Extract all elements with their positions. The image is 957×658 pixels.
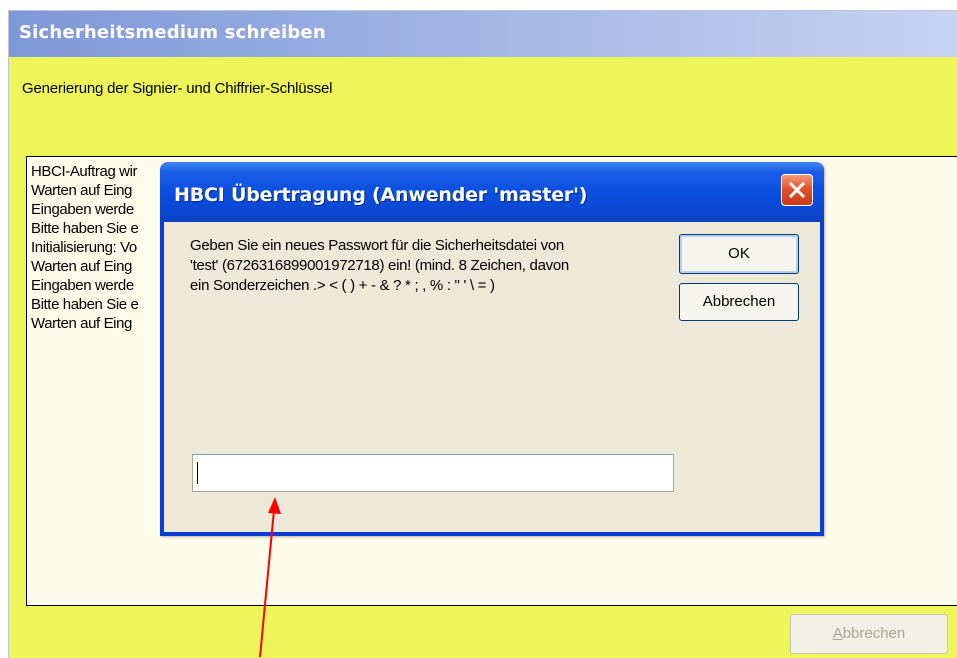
annotation-arrow-icon [259,497,281,657]
